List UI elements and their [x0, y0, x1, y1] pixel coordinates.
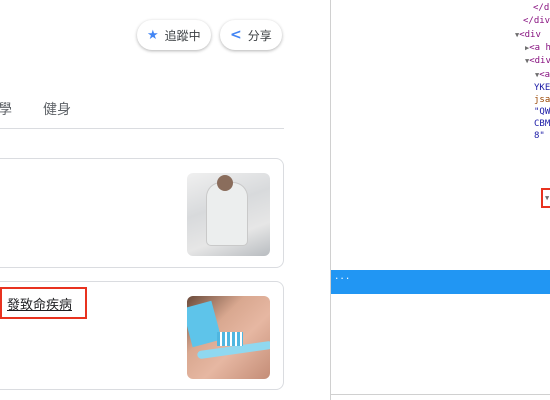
code-text: <div — [529, 56, 550, 66]
article-title-link[interactable]: 發致命疾病 — [7, 294, 72, 313]
article-thumbnail-toothbrush — [187, 296, 270, 379]
code-text: <div — [519, 30, 541, 40]
code-line[interactable]: ▼<div — [525, 56, 550, 66]
code-line[interactable]: "QW — [534, 107, 550, 117]
highlighted-expand-triangle-icon[interactable]: ▼ — [541, 188, 550, 208]
code-line[interactable]: </div — [523, 16, 550, 26]
tabs-divider — [0, 128, 284, 129]
selected-node-row[interactable]: ... — [331, 270, 550, 294]
share-button[interactable]: < 分享 — [220, 20, 282, 50]
follow-label: 追蹤中 — [164, 28, 201, 43]
tab-science[interactable]: 學 — [0, 99, 12, 119]
code-line[interactable]: 8" — [534, 131, 545, 141]
code-line[interactable]: ▼<div — [515, 30, 541, 40]
follow-button[interactable]: ★ 追蹤中 — [137, 20, 211, 50]
share-label: 分享 — [247, 28, 272, 43]
devtools-elements-panel: </d </div ▼<div ▶<a h ▼<div ▼<a YKE jsa … — [330, 0, 550, 400]
share-icon: < — [230, 27, 242, 43]
code-line[interactable]: ▼<a — [535, 70, 550, 80]
code-line[interactable]: YKE — [534, 83, 550, 93]
article-card[interactable] — [0, 158, 284, 268]
code-line[interactable]: jsa — [534, 95, 550, 105]
code-line[interactable]: </d — [533, 3, 549, 13]
star-icon: ★ — [147, 27, 159, 43]
highlighted-article-title[interactable]: 發致命疾病 — [0, 287, 87, 319]
code-line[interactable]: CBM — [534, 119, 550, 129]
news-page: ★ 追蹤中 < 分享 學 健身 發致命疾病 — [0, 0, 330, 400]
article-thumbnail-back-pain — [187, 173, 270, 256]
code-text: <a — [539, 70, 550, 80]
panel-divider — [331, 394, 550, 395]
code-line[interactable]: ▶<a h — [525, 43, 550, 53]
tab-fitness[interactable]: 健身 — [43, 99, 71, 119]
code-text: <a h — [529, 43, 550, 53]
